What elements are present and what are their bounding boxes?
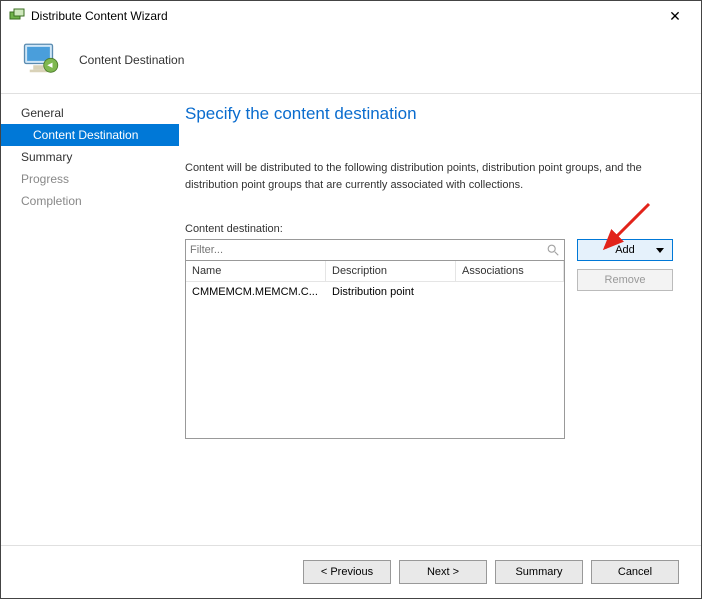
col-associations[interactable]: Associations	[456, 261, 564, 281]
col-name[interactable]: Name	[186, 261, 326, 281]
remove-label: Remove	[605, 274, 646, 286]
header: Content Destination	[1, 31, 701, 93]
filter-input[interactable]	[190, 244, 546, 256]
description: Content will be distributed to the follo…	[185, 160, 645, 193]
next-button[interactable]: Next >	[399, 560, 487, 584]
header-heading: Content Destination	[79, 53, 184, 67]
footer: < Previous Next > Summary Cancel	[1, 545, 701, 598]
titlebar: Distribute Content Wizard ✕	[1, 1, 701, 31]
previous-button[interactable]: < Previous	[303, 560, 391, 584]
step-general[interactable]: General	[1, 102, 179, 124]
main-panel: Specify the content destination Content …	[179, 94, 701, 534]
window-title: Distribute Content Wizard	[31, 9, 657, 23]
table-header: Name Description Associations	[186, 261, 564, 282]
dest-label: Content destination:	[185, 223, 673, 235]
add-button[interactable]: Add	[577, 239, 673, 261]
cell-associations	[456, 282, 564, 302]
app-icon	[9, 8, 25, 24]
step-summary[interactable]: Summary	[1, 146, 179, 168]
cancel-button[interactable]: Cancel	[591, 560, 679, 584]
col-description[interactable]: Description	[326, 261, 456, 281]
monitor-icon	[21, 39, 63, 81]
step-content-destination[interactable]: Content Destination	[1, 124, 179, 146]
sidebar: General Content Destination Summary Prog…	[1, 94, 179, 534]
page-title: Specify the content destination	[185, 104, 673, 124]
cell-name: CMMEMCM.MEMCM.C...	[186, 282, 326, 302]
add-label: Add	[615, 244, 635, 256]
summary-button[interactable]: Summary	[495, 560, 583, 584]
step-completion[interactable]: Completion	[1, 190, 179, 212]
dest-table[interactable]: Name Description Associations CMMEMCM.ME…	[185, 261, 565, 439]
table-row[interactable]: CMMEMCM.MEMCM.C... Distribution point	[186, 282, 564, 302]
cell-description: Distribution point	[326, 282, 456, 302]
filter-box[interactable]	[185, 239, 565, 261]
remove-button: Remove	[577, 269, 673, 291]
chevron-down-icon	[656, 248, 664, 253]
search-icon[interactable]	[546, 243, 560, 257]
close-icon[interactable]: ✕	[657, 8, 693, 25]
step-progress[interactable]: Progress	[1, 168, 179, 190]
